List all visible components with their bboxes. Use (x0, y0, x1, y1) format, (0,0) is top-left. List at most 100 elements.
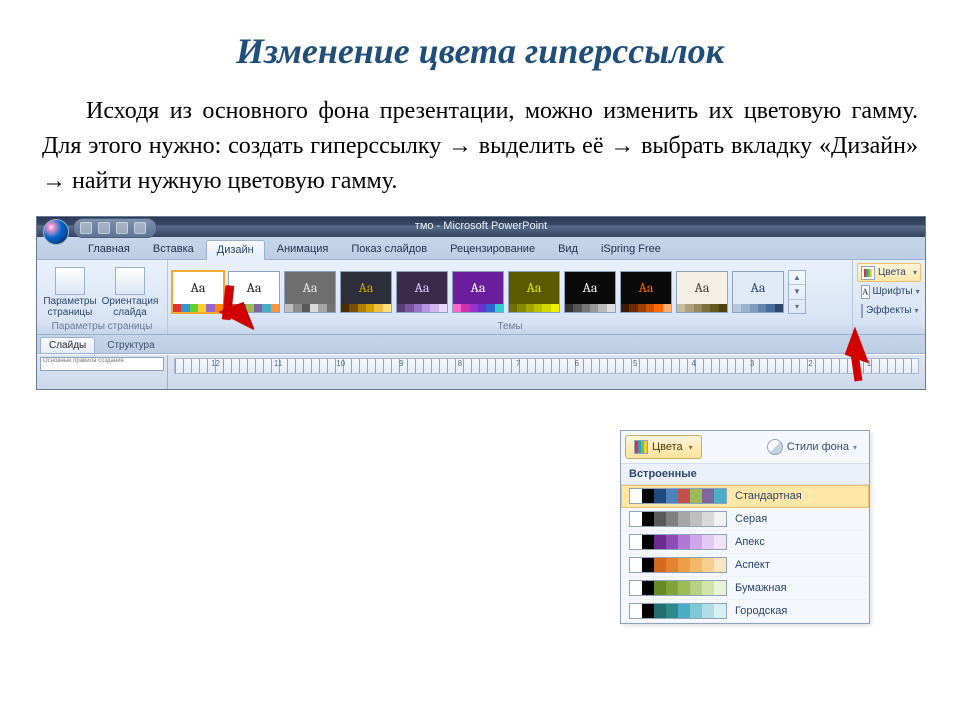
dropdown-header: Цвета ▾ Стили фона ▾ (621, 431, 869, 463)
theme-thumbnail[interactable]: Aa (396, 271, 448, 313)
theme-fonts-button[interactable]: A Шрифты ▾ (857, 282, 921, 301)
page-setup-label-2: страницы (48, 308, 93, 319)
theme-colors-label: Цвета (878, 267, 906, 278)
color-scheme-swatches (629, 580, 727, 596)
theme-thumbnail[interactable]: Aa (228, 271, 280, 313)
ribbon-tabs: ГлавнаяВставкаДизайнАнимацияПоказ слайдо… (37, 237, 925, 260)
theme-preview-text: Aa (621, 272, 671, 304)
color-scheme-swatches (629, 488, 727, 504)
color-scheme-name: Серая (735, 513, 767, 525)
color-scheme-swatches (629, 603, 727, 619)
para-part-2: выбрать вкладку «Дизайн» (641, 133, 918, 159)
arrow-glyph: → (448, 132, 472, 159)
color-scheme-name: Стандартная (735, 490, 802, 502)
theme-thumbnail[interactable]: Aa (620, 271, 672, 313)
theme-effects-button[interactable]: Эффекты ▾ (857, 301, 921, 320)
themes-gallery[interactable]: AaAaAaAaAaAaAaAaAaAaAa (172, 271, 784, 313)
color-schemes-list: Стандартная Серая Апекс Аспект Бумажная Город… (621, 485, 869, 623)
instruction-paragraph: Исходя из основного фона презентации, мо… (42, 94, 918, 198)
arrow-glyph: → (610, 132, 634, 159)
color-scheme-name: Апекс (735, 536, 765, 548)
builtin-section-label: Встроенные (621, 463, 869, 485)
theme-colors-button[interactable]: Цвета ▾ (857, 263, 921, 282)
color-scheme-item[interactable]: Аспект (621, 554, 869, 577)
ribbon-tab[interactable]: Показ слайдов (340, 239, 438, 259)
theme-swatch-row (509, 304, 559, 312)
theme-swatch-row (677, 304, 727, 312)
theme-effects-label: Эффекты (866, 305, 911, 316)
ruler-mark: 4 (691, 359, 695, 368)
ribbon-tab[interactable]: Анимация (266, 239, 340, 259)
horizontal-ruler: 1211109876543210123456789101112 (174, 358, 919, 374)
page-setup-button[interactable]: Параметры страницы (41, 265, 99, 318)
theme-preview-text: Aa (509, 272, 559, 304)
background-styles-button[interactable]: Стили фона ▾ (759, 435, 865, 459)
color-scheme-item[interactable]: Бумажная (621, 577, 869, 600)
theme-fonts-label: Шрифты (873, 286, 913, 297)
theme-preview-text: Aa (173, 272, 223, 304)
theme-thumbnail[interactable]: Aa (508, 271, 560, 313)
color-scheme-item[interactable]: Городская (621, 600, 869, 623)
theme-colors-dropdown: Цвета ▾ Стили фона ▾ Встроенные Стандарт… (620, 430, 870, 624)
slide-thumbnail[interactable]: Основные правила создания (40, 357, 164, 371)
theme-swatch-row (229, 304, 279, 312)
ruler-mark: 8 (458, 359, 462, 368)
workspace-strip: Основные правила создания 12111098765432… (37, 354, 925, 389)
theme-preview-text: Aa (229, 272, 279, 304)
theme-preview-text: Aa (565, 272, 615, 304)
color-scheme-item[interactable]: Апекс (621, 531, 869, 554)
page-setup-icon (55, 267, 85, 295)
color-scheme-item[interactable]: Серая (621, 508, 869, 531)
theme-thumbnail[interactable]: Aa (564, 271, 616, 313)
chevron-down-icon: ▾ (914, 306, 918, 315)
theme-thumbnail[interactable]: Aa (284, 271, 336, 313)
background-styles-icon (767, 439, 783, 455)
window-title: тмо - Microsoft PowerPoint (37, 220, 925, 232)
colors-button[interactable]: Цвета ▾ (625, 435, 702, 459)
theme-thumbnail[interactable]: Aa (340, 271, 392, 313)
tab-slides[interactable]: Слайды (40, 337, 95, 353)
group-label-page-setup: Параметры страницы (41, 321, 163, 334)
colors-button-label: Цвета (652, 441, 683, 453)
ribbon-tab[interactable]: Дизайн (206, 240, 265, 260)
slide-orientation-button[interactable]: Ориентация слайда (101, 265, 159, 318)
ruler-mark: 11 (274, 359, 282, 368)
effects-icon (861, 304, 863, 318)
group-themes: AaAaAaAaAaAaAaAaAaAaAa ▲ ▼ ▾ Темы (168, 260, 853, 334)
ruler-mark: 12 (211, 359, 220, 368)
ribbon-tab[interactable]: Главная (77, 239, 141, 259)
ribbon-tab[interactable]: Вид (547, 239, 589, 259)
orientation-icon (115, 267, 145, 295)
theme-thumbnail[interactable]: Aa (676, 271, 728, 313)
ribbon-tab[interactable]: Рецензирование (439, 239, 546, 259)
theme-swatch-row (453, 304, 503, 312)
theme-swatch-row (285, 304, 335, 312)
theme-thumbnail[interactable]: Aa (172, 271, 224, 313)
theme-preview-text: Aa (285, 272, 335, 304)
chevron-down-icon: ▾ (689, 443, 693, 452)
gallery-more-icon[interactable]: ▾ (789, 300, 805, 313)
powerpoint-window: тмо - Microsoft PowerPoint ГлавнаяВставк… (36, 216, 926, 390)
color-scheme-item[interactable]: Стандартная (621, 485, 869, 508)
gallery-row-down-icon[interactable]: ▼ (789, 285, 805, 299)
ribbon-tab[interactable]: Вставка (142, 239, 205, 259)
ruler-mark: 6 (574, 359, 578, 368)
color-scheme-name: Бумажная (735, 582, 787, 594)
ribbon-tab[interactable]: iSpring Free (590, 239, 672, 259)
arrow-glyph: → (42, 167, 66, 194)
color-scheme-swatches (629, 557, 727, 573)
ruler-mark: 10 (336, 359, 345, 368)
chevron-down-icon: ▾ (853, 443, 857, 452)
theme-preview-text: Aa (341, 272, 391, 304)
theme-thumbnail[interactable]: Aa (732, 271, 784, 313)
theme-preview-text: Aa (397, 272, 447, 304)
gallery-row-up-icon[interactable]: ▲ (789, 271, 805, 285)
tab-outline[interactable]: Структура (98, 337, 163, 353)
group-page-setup: Параметры страницы Ориентация слайда Пар… (37, 260, 168, 334)
palette-icon (861, 266, 875, 280)
ruler-mark: 1 (867, 359, 871, 368)
themes-gallery-scroll[interactable]: ▲ ▼ ▾ (788, 270, 806, 314)
left-panel-tabs: Слайды Структура (37, 335, 925, 354)
theme-thumbnail[interactable]: Aa (452, 271, 504, 313)
para-part-3: найти нужную цветовую гамму. (72, 168, 397, 194)
